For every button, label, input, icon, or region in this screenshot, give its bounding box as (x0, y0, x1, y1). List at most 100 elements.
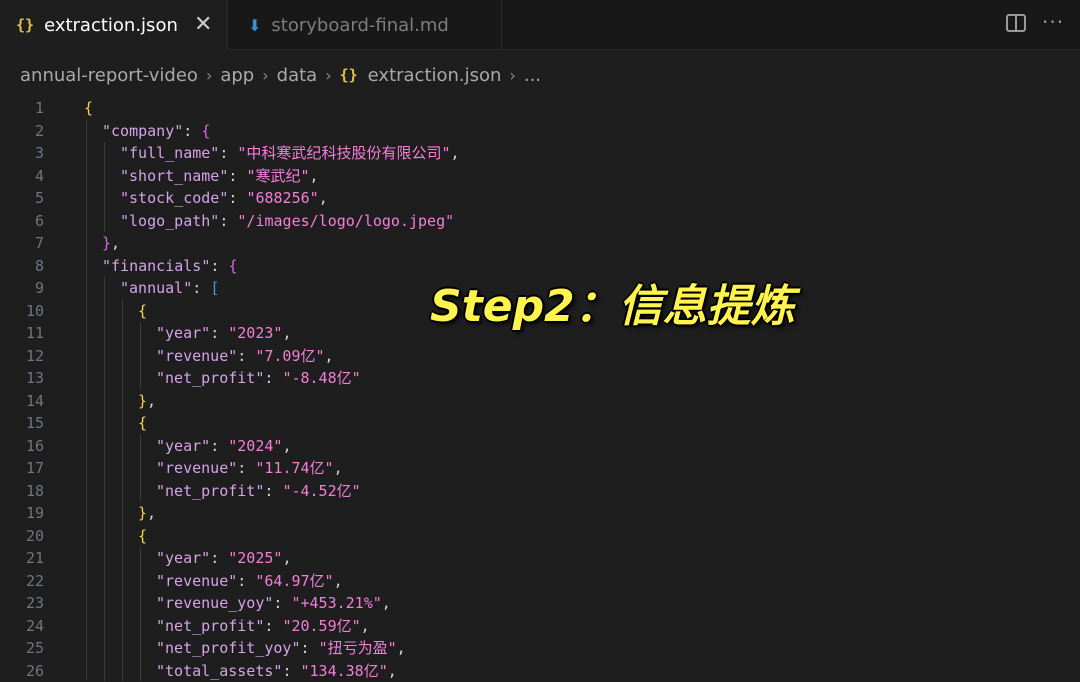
code-editor[interactable]: 1{2"company": {3"full_name": "中科寒武纪科技股份有… (0, 97, 1080, 681)
tab-label: extraction.json (44, 15, 178, 36)
code-token: "寒武纪" (246, 167, 309, 185)
code-token: "20.59亿" (282, 617, 360, 635)
code-line: 1{ (0, 97, 1080, 120)
tab-extraction-json[interactable]: {} extraction.json ✕ (0, 0, 227, 50)
code-text: "short_name": "寒武纪", (120, 165, 319, 188)
code-line: 22"revenue": "64.97亿", (0, 570, 1080, 593)
code-token: } (138, 504, 147, 522)
code-text: "year": "2025", (156, 547, 291, 570)
code-line: 24"net_profit": "20.59亿", (0, 615, 1080, 638)
line-number: 3 (0, 142, 44, 165)
line-number: 23 (0, 592, 44, 615)
line-number: 2 (0, 120, 44, 143)
code-token: "company" (102, 122, 183, 140)
line-number: 13 (0, 367, 44, 390)
code-text: "revenue": "64.97亿", (156, 570, 343, 593)
line-number: 21 (0, 547, 44, 570)
code-token: "2024" (228, 437, 282, 455)
code-token: "net_profit_yoy" (156, 639, 301, 657)
code-token: "short_name" (120, 167, 228, 185)
code-line: 21 "year": "2025", (0, 547, 1080, 570)
code-token: , (282, 324, 291, 342)
code-token: "11.74亿" (255, 459, 333, 477)
code-token: : (273, 594, 291, 612)
chevron-right-icon: › (325, 66, 331, 85)
line-number: 4 (0, 165, 44, 188)
code-line: 13"net_profit": "-8.48亿" (0, 367, 1080, 390)
code-text: "revenue": "7.09亿", (156, 345, 334, 368)
breadcrumb-item-symbols[interactable]: ... (524, 65, 541, 86)
code-line: 19}, (0, 502, 1080, 525)
code-line: 26"total_assets": "134.38亿", (0, 660, 1080, 682)
line-number: 26 (0, 660, 44, 682)
code-token: , (388, 662, 397, 680)
code-token: , (147, 504, 156, 522)
line-number: 24 (0, 615, 44, 638)
split-editor-icon[interactable] (1006, 14, 1026, 32)
code-token: "688256" (246, 189, 318, 207)
breadcrumb-item-data[interactable]: data (277, 65, 318, 86)
code-line: 15 { (0, 412, 1080, 435)
code-token: "year" (156, 324, 210, 342)
code-text: "company": { (102, 120, 210, 143)
code-line: 6"logo_path": "/images/logo/logo.jpeg" (0, 210, 1080, 233)
code-line: 23 "revenue_yoy": "+453.21%", (0, 592, 1080, 615)
tab-storyboard-final-md[interactable]: ⬇ storyboard-final.md (227, 0, 502, 50)
more-actions-icon[interactable]: ··· (1042, 10, 1064, 34)
code-token: : (264, 369, 282, 387)
code-token: "net_profit" (156, 369, 264, 387)
line-number: 25 (0, 637, 44, 660)
json-file-icon: {} (340, 66, 358, 84)
code-line: 4 "short_name": "寒武纪", (0, 165, 1080, 188)
code-token: : (228, 167, 246, 185)
code-token: { (201, 122, 210, 140)
code-token: "total_assets" (156, 662, 282, 680)
code-token: "revenue" (156, 459, 237, 477)
code-token: "扭亏为盈" (319, 639, 397, 657)
code-token: , (334, 459, 343, 477)
code-token: : (183, 122, 201, 140)
line-number: 16 (0, 435, 44, 458)
code-text: { (138, 412, 147, 435)
code-text: "full_name": "中科寒武纪科技股份有限公司", (120, 142, 460, 165)
code-token: "net_profit" (156, 482, 264, 500)
line-number: 15 (0, 412, 44, 435)
code-token: : (237, 572, 255, 590)
tab-label: storyboard-final.md (271, 15, 448, 36)
line-number: 11 (0, 322, 44, 345)
code-token: "annual" (120, 279, 192, 297)
code-line: 16"year": "2024", (0, 435, 1080, 458)
code-token: { (138, 527, 147, 545)
code-text: "year": "2023", (156, 322, 291, 345)
code-token: { (138, 302, 147, 320)
code-token: : (237, 459, 255, 477)
code-line: 3 "full_name": "中科寒武纪科技股份有限公司", (0, 142, 1080, 165)
code-token: "logo_path" (120, 212, 219, 230)
breadcrumb-item-app[interactable]: app (220, 65, 254, 86)
code-token: , (382, 594, 391, 612)
code-token: { (228, 257, 237, 275)
line-number: 6 (0, 210, 44, 233)
code-token: : (219, 212, 237, 230)
code-token: : (282, 662, 300, 680)
breadcrumb-item-annual-report-video[interactable]: annual-report-video (20, 65, 198, 86)
code-token: { (84, 99, 93, 117)
code-token: , (282, 549, 291, 567)
code-line: 18"net_profit": "-4.52亿" (0, 480, 1080, 503)
chevron-right-icon: › (262, 66, 268, 85)
close-icon[interactable]: ✕ (194, 12, 212, 37)
code-token: "revenue_yoy" (156, 594, 273, 612)
code-token: , (334, 572, 343, 590)
breadcrumb-item-extraction-json[interactable]: extraction.json (368, 65, 502, 86)
code-text: }, (138, 502, 156, 525)
json-file-icon: {} (16, 16, 34, 34)
code-token: : (264, 482, 282, 500)
code-line: 17 "revenue": "11.74亿", (0, 457, 1080, 480)
code-token: "7.09亿" (255, 347, 324, 365)
editor-tab-bar: {} extraction.json ✕ ⬇ storyboard-final.… (0, 0, 1080, 50)
step-caption: Step2：信息提炼 (430, 270, 795, 334)
code-text: "revenue_yoy": "+453.21%", (156, 592, 391, 615)
line-number: 17 (0, 457, 44, 480)
code-token: "-4.52亿" (282, 482, 360, 500)
code-token: "+453.21%" (291, 594, 381, 612)
